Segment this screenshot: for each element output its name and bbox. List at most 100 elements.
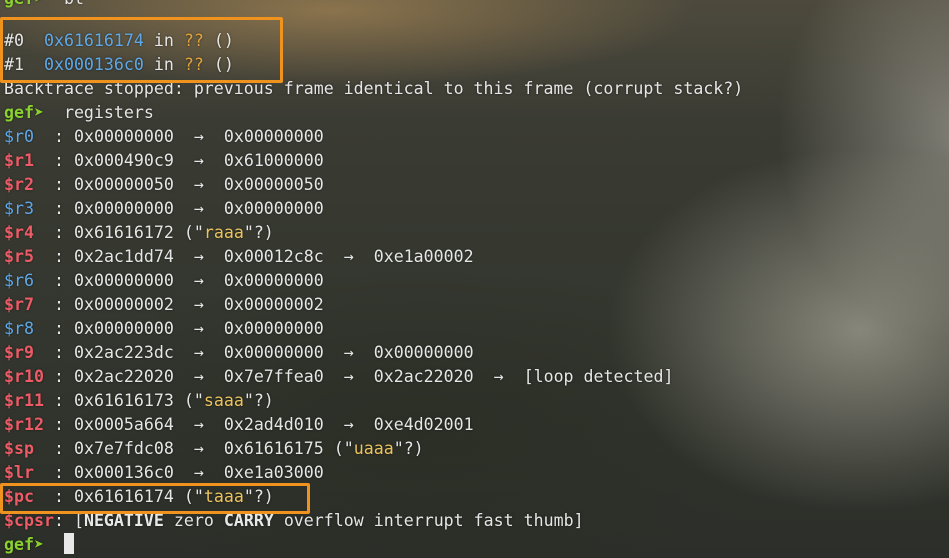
register-name: $r10 [4,367,44,386]
register-line-r9: $r9 : 0x2ac223dc → 0x00000000 → 0x000000… [4,341,474,365]
register-name: $r7 [4,295,34,314]
register-value: 0x00000050 [73,175,174,194]
register-deref: 0x61616175 [223,439,324,458]
deref-arrow: → [343,367,354,386]
flag-interrupt: interrupt [373,511,464,530]
command-bt: bt [64,0,84,8]
terminal-window[interactable]: gef➤ bt #0 0x61616174 in ?? () #1 0x0001… [0,0,949,558]
register-separator: : [53,295,64,314]
register-line-sp: $sp : 0x7e7fdc08 → 0x61616175 ("uaaa"?) [4,437,424,461]
prompt: gef➤ [4,103,44,122]
register-line-r1: $r1 : 0x000490c9 → 0x61000000 [4,149,324,173]
deref-arrow: → [193,175,204,194]
loop-detected-label: [loop detected] [523,367,674,386]
highlight-box-backtrace-frames [0,17,283,83]
register-line-r12: $r12 : 0x0005a664 → 0x2ad4d010 → 0xe4d02… [4,413,474,437]
string-open: (" [333,439,354,458]
register-separator: : [53,463,64,482]
register-deref: 0x61000000 [223,151,324,170]
string-close: "?) [243,223,274,242]
register-separator: : [53,271,64,290]
register-line-lr: $lr : 0x000136c0 → 0xe1a03000 [4,461,324,485]
register-deref: 0x2ac22020 [373,367,474,386]
register-line-r6: $r6 : 0x00000000 → 0x00000000 [4,269,324,293]
deref-arrow: → [343,247,354,266]
register-value: 0x00000000 [73,199,174,218]
register-deref: 0x00000000 [223,127,324,146]
register-name: $r8 [4,319,34,338]
deref-arrow: → [193,415,204,434]
text-cursor [63,533,74,554]
register-line-r10: $r10 : 0x2ac22020 → 0x7e7ffea0 → 0x2ac22… [4,365,673,389]
deref-arrow: → [193,247,204,266]
register-deref: 0xe4d02001 [373,415,474,434]
register-separator: : [53,391,64,410]
register-name: $r1 [4,151,34,170]
register-line-r2: $r2 : 0x00000050 → 0x00000050 [4,173,324,197]
register-string: saaa [203,391,244,410]
string-close: "?) [243,391,274,410]
register-separator: : [53,223,64,242]
register-name: $sp [4,439,34,458]
register-deref: 0xe1a00002 [373,247,474,266]
string-close: "?) [393,439,424,458]
register-name: $r9 [4,343,34,362]
register-name: $r4 [4,223,34,242]
deref-arrow: → [193,463,204,482]
register-line-r5: $r5 : 0x2ac1dd74 → 0x00012c8c → 0xe1a000… [4,245,474,269]
register-deref: 0x00000000 [223,199,324,218]
register-name: $r5 [4,247,34,266]
deref-arrow: → [193,271,204,290]
register-separator: : [53,175,64,194]
string-open: (" [183,223,204,242]
register-deref: 0x2ad4d010 [223,415,324,434]
register-value: 0x000136c0 [73,463,174,482]
register-name: $r3 [4,199,34,218]
register-value: 0x7e7fdc08 [73,439,174,458]
register-string: uaaa [353,439,394,458]
deref-arrow: → [343,343,354,362]
register-name: $r6 [4,271,34,290]
deref-arrow: → [193,439,204,458]
deref-arrow: → [193,127,204,146]
register-separator: : [53,319,64,338]
string-open: (" [183,391,204,410]
register-name: $lr [4,463,34,482]
register-separator: : [53,343,64,362]
prompt: gef➤ [4,0,44,8]
register-name: $r12 [4,415,44,434]
register-value: 0x00000000 [73,127,174,146]
register-value: 0x2ac22020 [73,367,174,386]
deref-arrow: → [193,295,204,314]
highlight-box-pc-register [0,483,310,514]
register-string: raaa [203,223,244,242]
register-separator: : [53,367,64,386]
deref-arrow: → [493,367,504,386]
deref-arrow: → [193,319,204,338]
register-name: $r2 [4,175,34,194]
deref-arrow: → [193,343,204,362]
register-line-r3: $r3 : 0x00000000 → 0x00000000 [4,197,324,221]
register-separator: : [53,151,64,170]
terminal-line-registers-cmd: gef➤ registers [4,101,154,125]
register-value: 0x61616172 [73,223,174,242]
terminal-line-input[interactable]: gef➤ [4,533,74,557]
register-value: 0x00000000 [73,319,174,338]
register-deref: 0x00000000 [373,343,474,362]
register-line-r8: $r8 : 0x00000000 → 0x00000000 [4,317,324,341]
register-separator: : [53,199,64,218]
register-name: $r0 [4,127,34,146]
command-registers: registers [63,103,154,122]
register-line-r11: $r11 : 0x61616173 ("saaa"?) [4,389,274,413]
register-deref: 0x7e7ffea0 [223,367,324,386]
register-value: 0x0005a664 [73,415,174,434]
register-value: 0x000490c9 [73,151,174,170]
register-value: 0x00000002 [73,295,174,314]
register-deref: 0x00000002 [223,295,324,314]
register-deref: 0x00000000 [223,319,324,338]
register-separator: : [53,127,64,146]
register-separator: : [53,415,64,434]
register-separator: : [53,439,64,458]
deref-arrow: → [343,415,354,434]
register-deref: 0xe1a03000 [223,463,324,482]
